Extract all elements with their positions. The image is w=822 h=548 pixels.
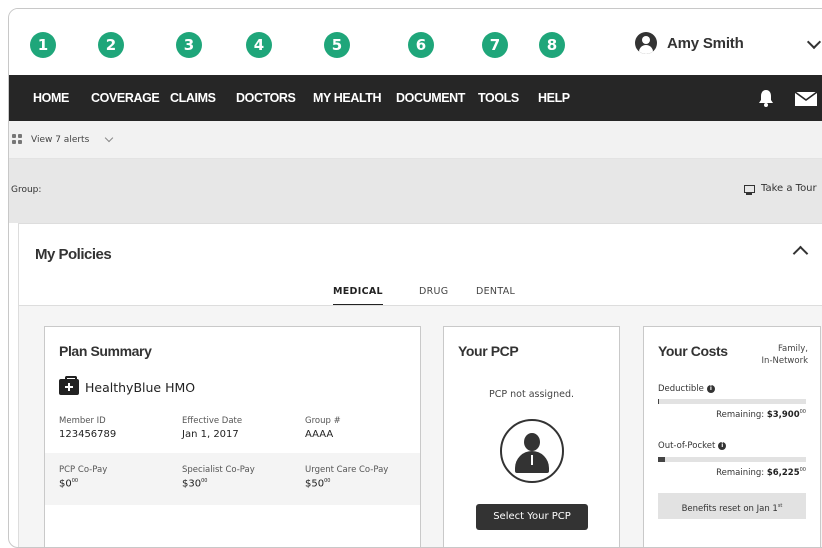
nav-coverage[interactable]: COVERAGE (91, 75, 160, 121)
policy-tabs: MEDICAL DRUG DENTAL (19, 284, 822, 306)
nav-doctors[interactable]: DOCTORS (236, 75, 296, 121)
chevron-down-icon[interactable] (806, 34, 822, 50)
nav-tools[interactable]: TOOLS (478, 75, 519, 121)
nav-my-health[interactable]: MY HEALTH (313, 75, 382, 121)
effective-date-value: Jan 1, 2017 (182, 429, 239, 440)
info-icon[interactable]: i (718, 442, 727, 450)
nav-claims[interactable]: CLAIMS (170, 75, 216, 121)
app-window: 1 2 3 4 5 6 7 8 Amy Smith HOME COVERAGE … (8, 8, 822, 548)
pcp-copay-label: PCP Co-Pay (59, 465, 108, 475)
pcp-card: Your PCP PCP not assigned. Select Your P… (443, 326, 620, 547)
plan-summary-card: Plan Summary HealthyBlue HMO Member ID 1… (44, 326, 421, 547)
select-pcp-button[interactable]: Select Your PCP (476, 504, 588, 530)
mail-icon[interactable] (795, 92, 817, 106)
step-badge-8: 8 (539, 32, 565, 58)
tab-drug[interactable]: DRUG (419, 284, 448, 306)
nav-document[interactable]: DOCUMENT (396, 75, 465, 121)
step-badge-7: 7 (482, 32, 508, 58)
nav-home[interactable]: HOME (33, 75, 69, 121)
nav-help[interactable]: HELP (538, 75, 570, 121)
take-tour-label: Take a Tour (761, 183, 817, 194)
benefits-reset-note: Benefits reset on Jan 1st (658, 493, 806, 519)
group-label: Group: (11, 185, 42, 195)
step-badge-2: 2 (98, 32, 124, 58)
collapse-icon[interactable] (792, 245, 809, 262)
oop-label: Out-of-Pocket i (658, 441, 727, 451)
plan-name-text: HealthyBlue HMO (85, 379, 196, 395)
top-header: 1 2 3 4 5 6 7 8 Amy Smith (9, 9, 822, 75)
view-alerts-link[interactable]: View 7 alerts (31, 121, 89, 159)
urgent-care-copay-label: Urgent Care Co-Pay (305, 465, 389, 475)
step-badge-1: 1 (30, 32, 56, 58)
deductible-progress (658, 399, 806, 404)
member-id-value: 123456789 (59, 429, 117, 440)
effective-date-label: Effective Date (182, 416, 243, 426)
bell-icon[interactable] (758, 89, 774, 107)
grid-icon (12, 134, 24, 146)
user-circle-icon (635, 32, 657, 54)
specialist-copay-label: Specialist Co-Pay (182, 465, 255, 475)
member-id-label: Member ID (59, 416, 106, 426)
copay-section: PCP Co-Pay $000 Specialist Co-Pay $3000 … (45, 453, 420, 505)
oop-remaining: Remaining: $6,22500 (716, 467, 806, 478)
plan-summary-title: Plan Summary (59, 343, 152, 359)
plan-name: HealthyBlue HMO (59, 376, 196, 395)
costs-title: Your Costs (658, 343, 728, 359)
tab-medical[interactable]: MEDICAL (333, 284, 383, 306)
step-badge-6: 6 (408, 32, 434, 58)
costs-card: Your Costs Family, In-Network Deductible… (643, 326, 821, 547)
alerts-bar: View 7 alerts (9, 121, 822, 159)
group-bar: Group: Take a Tour (9, 159, 822, 223)
monitor-icon (744, 184, 755, 195)
urgent-care-copay-value: $5000 (305, 478, 331, 490)
main-nav: HOME COVERAGE CLAIMS DOCTORS MY HEALTH D… (9, 75, 822, 121)
user-menu[interactable]: Amy Smith (635, 31, 744, 55)
info-icon[interactable]: i (706, 385, 715, 393)
deductible-remaining: Remaining: $3,90000 (716, 409, 806, 420)
costs-scope: Family, In-Network (761, 344, 808, 366)
doctor-avatar-icon (500, 419, 564, 483)
step-badge-4: 4 (246, 32, 272, 58)
oop-progress (658, 457, 806, 462)
policies-title: My Policies (35, 246, 112, 263)
step-badge-5: 5 (324, 32, 350, 58)
my-policies-panel: My Policies MEDICAL DRUG DENTAL Plan Sum… (18, 223, 822, 547)
pcp-status: PCP not assigned. (489, 389, 574, 400)
chevron-down-icon[interactable] (104, 133, 114, 143)
pcp-title: Your PCP (458, 343, 519, 359)
specialist-copay-value: $3000 (182, 478, 208, 490)
group-number-label: Group # (305, 416, 341, 426)
pcp-copay-value: $000 (59, 478, 79, 490)
deductible-label: Deductible i (658, 384, 715, 394)
tab-dental[interactable]: DENTAL (476, 284, 515, 306)
user-name: Amy Smith (667, 34, 744, 52)
group-number-value: AAAA (305, 429, 334, 440)
medical-kit-icon (59, 376, 79, 395)
step-badge-3: 3 (176, 32, 202, 58)
take-tour-link[interactable]: Take a Tour (744, 183, 817, 195)
